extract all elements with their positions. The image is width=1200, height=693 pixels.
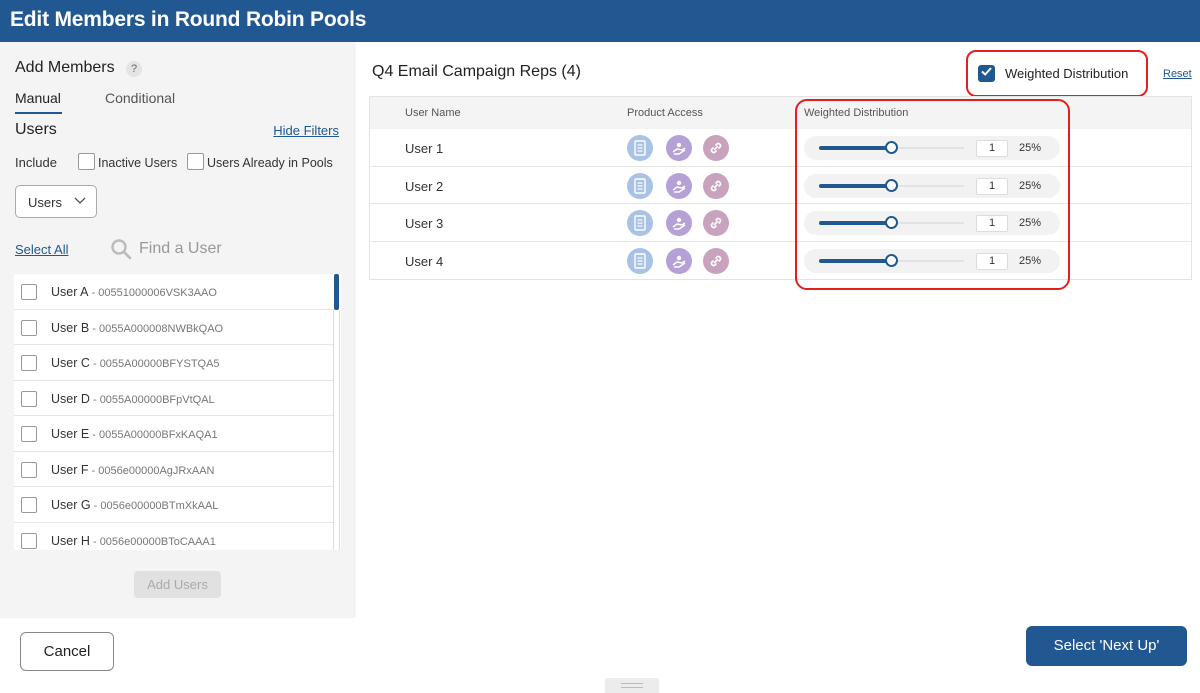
list-item[interactable]: User C - 0055A00000BFYSTQA5 [14,345,334,381]
document-icon [627,135,653,161]
title-bar: Edit Members in Round Robin Pools [0,0,1200,42]
list-item[interactable]: User E - 0055A00000BFxKAQA1 [14,416,334,452]
include-label: Include [15,155,57,170]
list-item[interactable]: User F - 0056e00000AgJRxAAN [14,452,334,487]
grip-icon [621,683,643,688]
list-item[interactable]: User H - 0056e00000BToCAAA1 [14,523,334,551]
link-icon [703,247,729,274]
scrollbar-track[interactable] [333,310,340,550]
hand-icon [666,135,692,161]
document-icon [627,247,653,274]
resize-handle[interactable] [605,678,659,693]
member-name: User 2 [405,178,444,194]
users-in-pools-checkbox[interactable] [187,153,204,170]
hand-icon [666,247,692,274]
user-list-label: User F - 0056e00000AgJRxAAN [51,462,215,477]
add-members-heading: Add Members [15,59,115,76]
column-header-product-access: Product Access [627,107,703,119]
user-checkbox[interactable] [21,461,37,478]
hand-icon [666,210,692,236]
user-list-label: User H - 0056e00000BToCAAA1 [51,533,216,548]
scrollbar-thumb[interactable] [334,274,339,310]
user-list-label: User A - 00551000006VSK3AAO [51,285,217,299]
link-icon [703,135,729,161]
user-type-select-value: Users [28,195,62,210]
window-title: Edit Members in Round Robin Pools [10,8,367,31]
inactive-users-label: Inactive Users [98,156,178,170]
find-user-input[interactable]: Find a User [139,240,222,258]
user-list: User A - 00551000006VSK3AAO User B - 005… [14,274,341,550]
list-item[interactable]: User B - 0055A000008NWBkQAO [14,310,334,345]
add-users-button[interactable]: Add Users [134,571,221,598]
reset-link[interactable]: Reset [1163,68,1192,80]
tab-conditional[interactable]: Conditional [105,90,175,106]
active-tab-indicator [15,112,62,114]
user-checkbox[interactable] [21,497,37,513]
hand-icon [666,172,692,199]
user-checkbox[interactable] [21,319,37,336]
weight-sliders-highlight [795,99,1070,290]
add-members-panel: Add Members ? Manual Conditional Users H… [0,42,356,618]
document-icon [627,172,653,199]
tab-manual[interactable]: Manual [15,90,61,106]
help-icon[interactable]: ? [126,61,142,77]
link-icon [703,172,729,199]
user-checkbox[interactable] [21,426,37,442]
cancel-button[interactable]: Cancel [20,632,114,671]
search-icon [110,238,132,260]
user-checkbox[interactable] [21,355,37,371]
column-header-user-name: User Name [405,107,461,119]
chevron-down-icon [74,191,86,214]
users-in-pools-label: Users Already in Pools [207,156,333,170]
member-name: User 3 [405,216,444,231]
list-item[interactable]: User A - 00551000006VSK3AAO [14,274,334,310]
inactive-users-checkbox[interactable] [78,153,95,170]
users-heading: Users [15,121,57,138]
user-type-select[interactable]: Users [15,185,97,218]
user-list-label: User E - 0055A00000BFxKAQA1 [51,427,218,441]
select-all-link[interactable]: Select All [15,242,68,257]
list-item[interactable]: User G - 0056e00000BTmXkAAL [14,487,334,523]
user-list-label: User D - 0055A00000BFpVtQAL [51,391,215,406]
user-checkbox[interactable] [21,390,37,407]
member-name: User 1 [405,141,444,156]
user-list-label: User C - 0055A00000BFYSTQA5 [51,356,220,370]
user-checkbox[interactable] [21,284,37,300]
user-list-label: User G - 0056e00000BTmXkAAL [51,498,219,512]
select-next-up-button[interactable]: Select 'Next Up' [1026,626,1187,666]
document-icon [627,210,653,236]
user-list-label: User B - 0055A000008NWBkQAO [51,320,224,335]
weighted-distribution-highlight [966,50,1148,97]
pool-title: Q4 Email Campaign Reps (4) [372,63,581,80]
member-name: User 4 [405,253,444,269]
link-icon [703,210,729,236]
list-item[interactable]: User D - 0055A00000BFpVtQAL [14,381,334,416]
user-checkbox[interactable] [21,532,37,549]
hide-filters-link[interactable]: Hide Filters [273,123,339,138]
